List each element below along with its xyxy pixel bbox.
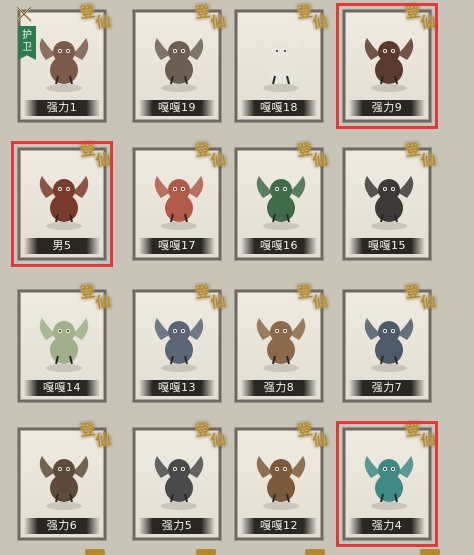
companion-name: 嘎嘎16	[241, 238, 317, 254]
ascend-badge: 登仙	[404, 282, 437, 313]
companion-name: 强力6	[24, 518, 100, 534]
badge-char: 仙	[209, 292, 227, 312]
badge-char: 仙	[311, 12, 329, 32]
companion-name: 嘎嘎14	[24, 380, 100, 396]
creature-portrait	[154, 318, 204, 372]
creature-portrait	[364, 38, 414, 92]
badge-char: 仙	[94, 430, 112, 450]
badge-char: 仙	[94, 12, 112, 32]
companion-card[interactable]: 登仙强力9	[336, 2, 438, 129]
creature-portrait	[256, 176, 306, 230]
companion-card[interactable]: 登仙强力8	[235, 282, 329, 402]
badge-char: 仙	[419, 292, 437, 312]
next-row-badge	[85, 549, 105, 555]
companion-name: 嘎嘎18	[241, 100, 317, 116]
crossed-swords-icon	[16, 6, 32, 22]
ascend-badge: 登仙	[296, 282, 329, 313]
creature-portrait	[154, 38, 204, 92]
companion-card[interactable]: 登仙嘎嘎16	[235, 140, 329, 260]
badge-char: 仙	[419, 150, 437, 170]
companion-card[interactable]: 登仙强力7	[343, 282, 437, 402]
badge-char: 仙	[209, 12, 227, 32]
badge-char: 仙	[94, 150, 112, 170]
companion-name: 男5	[24, 238, 100, 254]
companion-name: 强力1	[24, 100, 100, 116]
ascend-badge: 登仙	[79, 140, 112, 171]
companion-name: 强力4	[349, 518, 425, 534]
ascend-badge: 登仙	[79, 2, 112, 33]
companion-card[interactable]: 登仙嘎嘎12	[235, 420, 329, 540]
creature-portrait	[256, 318, 306, 372]
creature-portrait	[364, 176, 414, 230]
badge-char: 仙	[311, 430, 329, 450]
companion-card[interactable]: 登仙强力6	[18, 420, 112, 540]
companion-card[interactable]: 登仙嘎嘎17	[133, 140, 227, 260]
ascend-badge: 登仙	[404, 420, 437, 451]
next-row-badge	[305, 549, 325, 555]
companion-card[interactable]: 登仙嘎嘎19	[133, 2, 227, 122]
badge-char: 仙	[209, 150, 227, 170]
companion-name: 嘎嘎19	[139, 100, 215, 116]
companion-card[interactable]: 登仙强力5	[133, 420, 227, 540]
creature-portrait	[364, 318, 414, 372]
next-row-badge	[420, 549, 440, 555]
badge-char: 仙	[94, 292, 112, 312]
next-row-badge	[196, 549, 216, 555]
badge-char: 仙	[419, 430, 437, 450]
companion-name: 强力5	[139, 518, 215, 534]
ascend-badge: 登仙	[296, 420, 329, 451]
badge-char: 仙	[419, 12, 437, 32]
card-grid: 登仙护卫 强力1 登仙嘎嘎19 登仙嘎嘎18 登仙强力9 登仙男5 登仙嘎嘎17 登仙嘎嘎16…	[0, 0, 474, 555]
companion-card[interactable]: 登仙嘎嘎14	[18, 282, 112, 402]
badge-char: 仙	[311, 150, 329, 170]
ascend-badge: 登仙	[194, 420, 227, 451]
ascend-badge: 登仙	[404, 2, 437, 33]
ascend-badge: 登仙	[79, 420, 112, 451]
companion-card[interactable]: 登仙嘎嘎13	[133, 282, 227, 402]
companion-card[interactable]: 登仙护卫强力1	[16, 2, 112, 122]
ascend-badge: 登仙	[194, 140, 227, 171]
companion-card[interactable]: 登仙嘎嘎18	[235, 2, 329, 122]
ascend-badge: 登仙	[296, 2, 329, 33]
ascend-badge: 登仙	[404, 140, 437, 171]
companion-name: 嘎嘎13	[139, 380, 215, 396]
ascend-badge: 登仙	[296, 140, 329, 171]
companion-name: 嘎嘎12	[241, 518, 317, 534]
companion-name: 强力8	[241, 380, 317, 396]
companion-name: 嘎嘎15	[349, 238, 425, 254]
creature-portrait	[39, 176, 89, 230]
creature-portrait	[256, 38, 306, 92]
creature-portrait	[39, 38, 89, 92]
companion-card[interactable]: 登仙嘎嘎15	[343, 140, 437, 260]
badge-char: 仙	[311, 292, 329, 312]
creature-portrait	[39, 456, 89, 510]
creature-portrait	[256, 456, 306, 510]
companion-name: 嘎嘎17	[139, 238, 215, 254]
ascend-badge: 登仙	[79, 282, 112, 313]
ascend-badge: 登仙	[194, 2, 227, 33]
guard-tag: 护卫	[18, 26, 36, 60]
companion-card[interactable]: 登仙强力4	[336, 420, 438, 547]
companion-name: 强力7	[349, 380, 425, 396]
badge-char: 仙	[209, 430, 227, 450]
companion-card[interactable]: 登仙男5	[11, 140, 113, 267]
creature-portrait	[154, 176, 204, 230]
creature-portrait	[364, 456, 414, 510]
ascend-badge: 登仙	[194, 282, 227, 313]
companion-name: 强力9	[349, 100, 425, 116]
creature-portrait	[154, 456, 204, 510]
creature-portrait	[39, 318, 89, 372]
